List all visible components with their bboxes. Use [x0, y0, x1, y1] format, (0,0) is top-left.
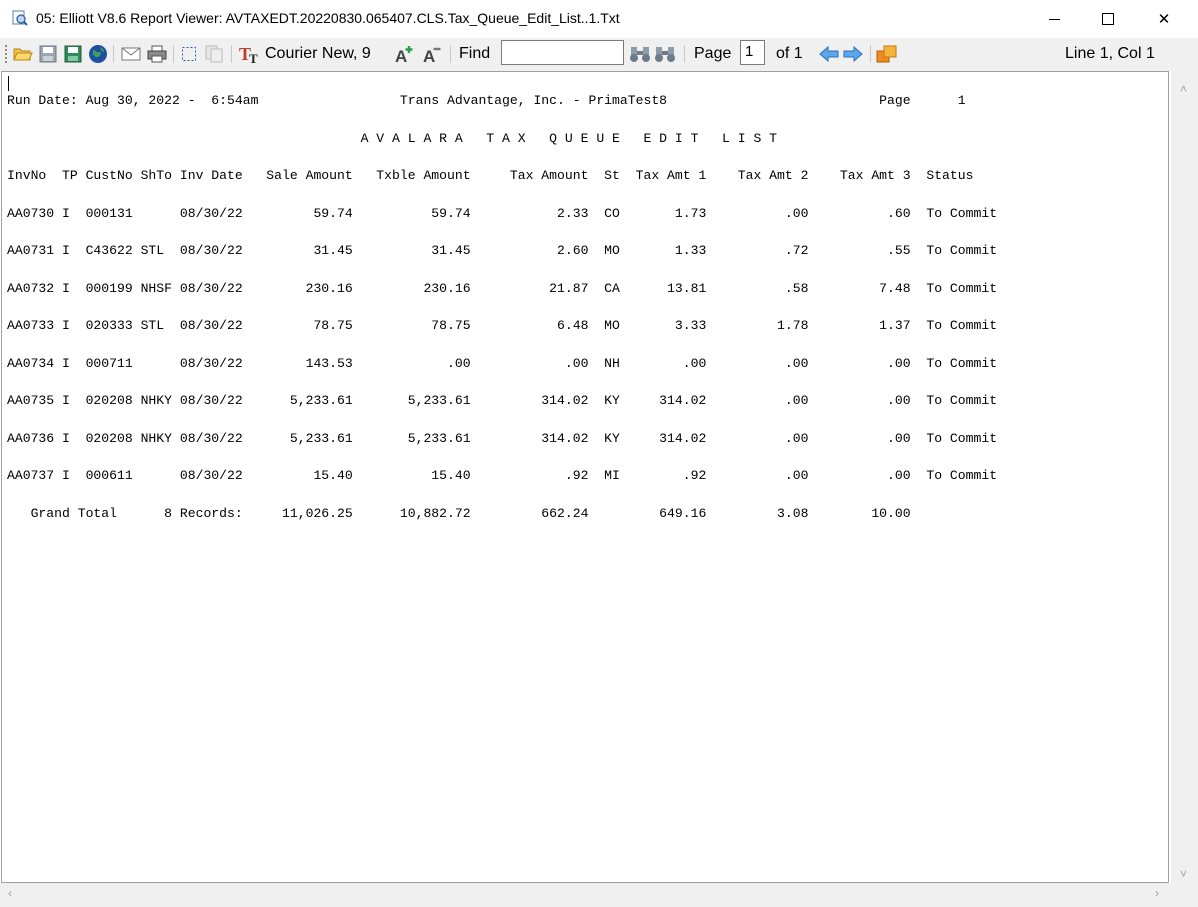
vertical-scrollbar[interactable]: ˄ ˅: [1171, 42, 1198, 883]
close-button[interactable]: ✕: [1141, 0, 1187, 38]
find-input[interactable]: [501, 40, 624, 65]
svg-text:A: A: [423, 47, 435, 64]
save-icon: [39, 45, 57, 63]
scrollbar-corner: [1171, 883, 1198, 907]
page-label: Page: [694, 45, 732, 62]
report-line: AA0737 I 000611 08/30/22 15.40 15.40 .92…: [7, 468, 998, 483]
prev-page-icon: [819, 46, 839, 62]
open-folder-icon: [13, 48, 33, 61]
find-button[interactable]: [628, 44, 652, 64]
select-all-button[interactable]: [179, 44, 199, 64]
toolbar-separator: [450, 45, 451, 63]
toolbar-separator: [870, 45, 871, 63]
print-icon: [147, 45, 167, 63]
scroll-right-icon[interactable]: ›: [1155, 886, 1159, 900]
report-line: AA0731 I C43622 STL 08/30/22 31.45 31.45…: [7, 243, 998, 258]
report-line: AA0734 I 000711 08/30/22 143.53 .00 .00 …: [7, 355, 998, 371]
print-button[interactable]: [145, 44, 169, 64]
font-name-label[interactable]: Courier New, 9: [265, 44, 371, 64]
report-viewer-app-icon: [12, 10, 28, 26]
report-line: AA0735 I 020208 NHKY 08/30/22 5,233.61 5…: [7, 393, 998, 408]
copy-icon: [205, 45, 223, 63]
export-icon: [876, 45, 897, 63]
toolbar-separator: [113, 45, 114, 63]
svg-text:T: T: [249, 51, 258, 64]
next-page-icon: [843, 46, 863, 62]
copy-button[interactable]: [203, 44, 225, 64]
scroll-down-icon[interactable]: ˅: [1180, 867, 1187, 881]
next-page-button[interactable]: [842, 44, 864, 64]
increase-font-icon: A: [395, 46, 413, 64]
binoculars-icon: [630, 47, 650, 62]
scroll-left-icon[interactable]: ‹: [8, 886, 12, 900]
report-line: AA0732 I 000199 NHSF 08/30/22 230.16 230…: [7, 280, 998, 296]
report-line: A V A L A R A T A X Q U E U E E D I T L …: [7, 130, 778, 146]
svg-text:A: A: [395, 47, 407, 64]
maximize-button[interactable]: [1085, 0, 1131, 38]
title-bar: 05: Elliott V8.6 Report Viewer: AVTAXEDT…: [0, 0, 1198, 38]
maximize-icon: [1102, 13, 1114, 25]
font-button[interactable]: TT: [238, 44, 262, 64]
font-icon: TT: [239, 44, 258, 64]
toolbar-separator: [173, 45, 174, 63]
globe-icon: [89, 45, 107, 63]
save-as-button[interactable]: [62, 44, 84, 64]
decrease-font-icon: A: [423, 47, 441, 64]
save-as-icon: [64, 45, 82, 63]
save-button[interactable]: [37, 44, 59, 64]
find-next-icon: [655, 47, 675, 62]
report-line: AA0730 I 000131 08/30/22 59.74 59.74 2.3…: [7, 205, 998, 221]
text-cursor: [8, 76, 9, 91]
previous-page-button[interactable]: [818, 44, 840, 64]
report-line: AA0736 I 020208 NHKY 08/30/22 5,233.61 5…: [7, 430, 998, 446]
select-all-icon: [182, 47, 196, 61]
scroll-up-icon[interactable]: ˄: [1180, 82, 1187, 96]
email-icon: [121, 47, 141, 61]
find-label: Find: [459, 45, 491, 62]
decrease-font-button[interactable]: A: [422, 44, 444, 64]
page-number-input[interactable]: 1: [740, 40, 765, 65]
minimize-button[interactable]: [1031, 0, 1077, 38]
report-line: InvNo TP CustNo ShTo Inv Date Sale Amoun…: [7, 168, 974, 183]
close-icon: ✕: [1157, 11, 1171, 28]
export-button[interactable]: [875, 44, 899, 64]
increase-font-button[interactable]: A: [394, 44, 416, 64]
report-line: Run Date: Aug 30, 2022 - 6:54am Trans Ad…: [7, 93, 966, 108]
minimize-icon: [1048, 18, 1060, 20]
toolbar-separator: [231, 45, 232, 63]
report-line: AA0733 I 020333 STL 08/30/22 78.75 78.75…: [7, 318, 998, 333]
toolbar-separator: [684, 45, 685, 63]
email-button[interactable]: [119, 44, 143, 64]
open-button[interactable]: [12, 44, 34, 64]
horizontal-scrollbar[interactable]: ‹ ›: [0, 883, 1171, 907]
report-line: Grand Total 8 Records: 11,026.25 10,882.…: [7, 505, 911, 521]
window-title: 05: Elliott V8.6 Report Viewer: AVTAXEDT…: [36, 10, 620, 26]
cursor-position: Line 1, Col 1: [1065, 45, 1155, 62]
find-next-button[interactable]: [653, 44, 677, 64]
report-content: Run Date: Aug 30, 2022 - 6:54am Trans Ad…: [7, 92, 997, 523]
page-count-label: of 1: [776, 45, 803, 62]
web-button[interactable]: [87, 44, 109, 64]
report-text-area[interactable]: Run Date: Aug 30, 2022 - 6:54am Trans Ad…: [1, 71, 1169, 883]
toolbar-grip[interactable]: [5, 45, 7, 63]
